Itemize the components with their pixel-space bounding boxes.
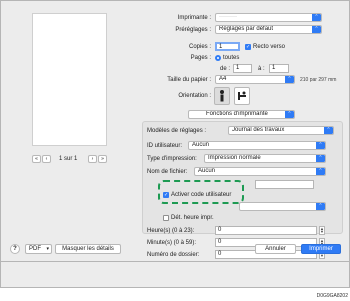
filename-label: Nom de fichier:	[147, 169, 188, 175]
pages-label: Pages :	[190, 55, 211, 61]
pages-all-radio[interactable]	[215, 55, 221, 61]
pages-from-field[interactable]: 1	[233, 64, 252, 73]
print-time-label: Dét. heure impr.	[171, 215, 214, 221]
chevron-down-icon: ⌃	[316, 203, 325, 210]
section-select[interactable]: Fonctions d'imprimante ⌃	[188, 110, 295, 119]
print-type-value: Impression normale	[208, 155, 261, 161]
pages-from-label: de :	[220, 66, 231, 72]
minute-label: Minute(s) (0 à 59):	[147, 240, 197, 246]
filename-value: Aucun	[198, 168, 216, 174]
print-type-label: Type d'impression:	[147, 156, 197, 162]
chevron-down-icon: ⌃	[285, 76, 294, 83]
help-button[interactable]: ?	[10, 244, 20, 254]
highlight-box	[158, 180, 244, 204]
portrait-icon	[220, 90, 224, 102]
user-id-select[interactable]: Aucun ⌃	[188, 141, 326, 150]
page-preview	[32, 13, 107, 146]
presets-select[interactable]: Réglages par défaut ⌃	[215, 25, 322, 34]
pdf-menu-button[interactable]: PDF ▾	[25, 244, 52, 254]
settings-models-label: Modèles de réglages :	[147, 128, 207, 134]
presets-value: Réglages par défaut	[219, 26, 274, 32]
paper-size-dims: 210 par 297 mm	[300, 77, 337, 83]
copies-field[interactable]: 1	[215, 42, 240, 51]
presets-label: Préréglages :	[175, 27, 211, 33]
figure-id: D0G9GA8202	[316, 293, 348, 299]
dialog-footer	[0, 262, 350, 288]
page-indicator: 1 sur 1	[59, 156, 78, 162]
cancel-button[interactable]: Annuler	[255, 244, 296, 254]
settings-models-select[interactable]: Journal des travaux ⌃	[228, 126, 334, 135]
prev-page-button[interactable]: ‹	[42, 155, 51, 163]
landscape-button[interactable]	[234, 87, 250, 105]
pdf-label: PDF	[29, 246, 41, 252]
pages-to-field[interactable]: 1	[269, 64, 289, 73]
paper-size-select[interactable]: A4 ⌃	[215, 75, 295, 84]
section-value: Fonctions d'imprimante	[206, 111, 268, 117]
hour-stepper[interactable]: ▲ ▼	[319, 226, 325, 235]
orientation-label: Orientation :	[178, 93, 211, 99]
paper-size-value: A4	[219, 76, 227, 82]
user-code-select[interactable]: ⌃	[239, 202, 326, 211]
hour-label: Heure(s) (0 à 23):	[147, 228, 195, 234]
user-code-field[interactable]	[255, 180, 314, 189]
filename-select[interactable]: Aucun ⌃	[194, 167, 326, 176]
printer-value: ·········	[219, 14, 237, 20]
chevron-down-icon: ▾	[46, 246, 49, 252]
copies-label: Copies :	[188, 44, 211, 50]
chevron-down-icon: ⌃	[316, 155, 325, 162]
printer-label: Imprimante :	[177, 15, 211, 21]
landscape-icon	[238, 91, 246, 100]
user-id-label: ID utilisateur:	[147, 143, 183, 149]
hour-field[interactable]: 0	[215, 226, 317, 235]
settings-models-value: Journal des travaux	[232, 127, 285, 133]
folder-label: Numéro de dossier:	[147, 252, 200, 258]
first-page-button[interactable]: «	[32, 155, 41, 163]
hide-details-button[interactable]: Masquer les détails	[55, 244, 121, 254]
printer-select[interactable]: ········· ⌃	[215, 13, 322, 22]
print-type-select[interactable]: Impression normale ⌃	[204, 154, 326, 163]
chevron-down-icon: ⌃	[324, 127, 333, 134]
next-page-button[interactable]: ›	[88, 155, 97, 163]
pages-all-label: toutes	[223, 55, 240, 61]
pages-to-label: à :	[258, 66, 265, 72]
recto-verso-checkbox[interactable]: ✓	[245, 44, 251, 50]
print-dialog: « ‹ 1 sur 1 › » Imprimante : ········· ⌃…	[0, 0, 350, 262]
chevron-down-icon: ⌃	[285, 111, 294, 118]
chevron-down-icon: ⌃	[316, 168, 325, 175]
portrait-button[interactable]	[214, 87, 230, 105]
recto-verso-label: Recto verso	[253, 44, 286, 50]
print-time-checkbox[interactable]	[163, 215, 169, 221]
user-id-value: Aucun	[192, 142, 210, 148]
paper-size-label: Taille du papier :	[167, 77, 211, 83]
chevron-down-icon: ⌃	[316, 142, 325, 149]
chevron-down-icon: ⌃	[312, 14, 321, 21]
print-button[interactable]: Imprimer	[301, 244, 341, 254]
chevron-down-icon: ⌃	[312, 26, 321, 33]
last-page-button[interactable]: »	[98, 155, 107, 163]
